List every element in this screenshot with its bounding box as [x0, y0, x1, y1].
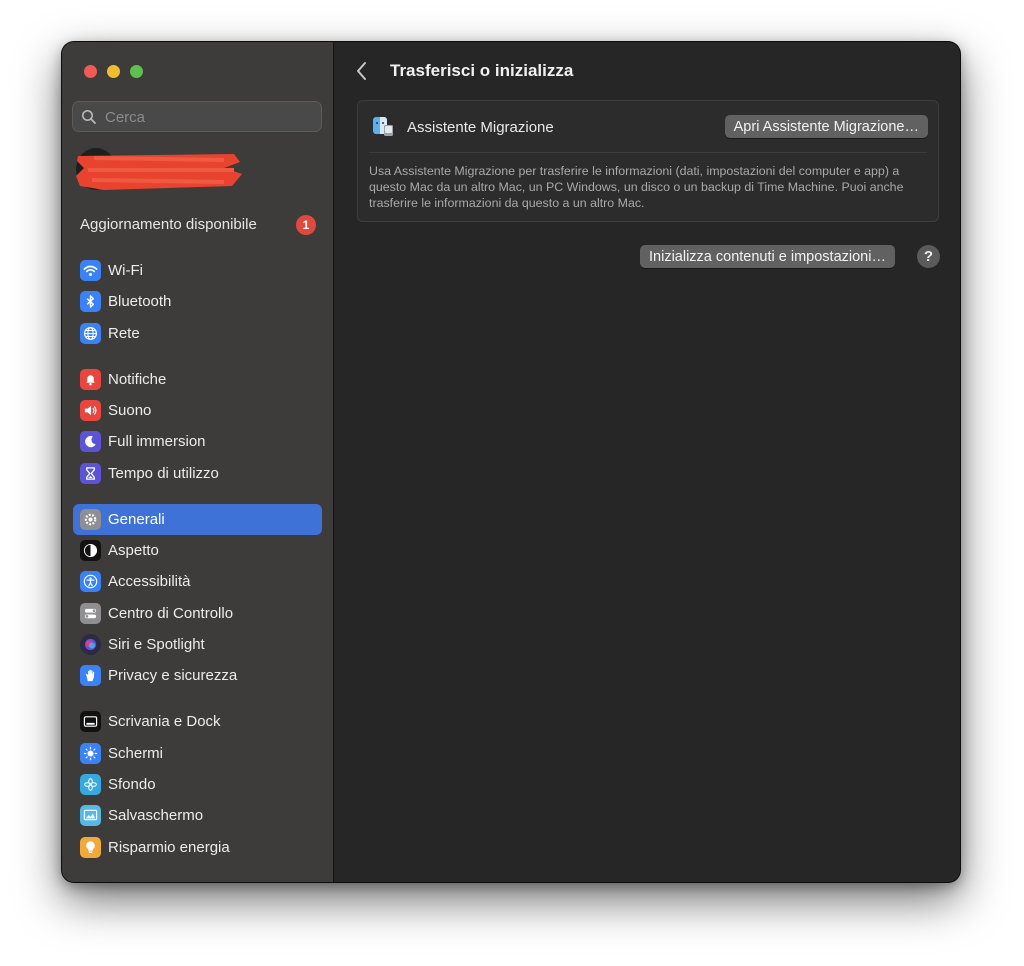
- accessibility-icon: [80, 571, 101, 592]
- wifi-icon: [80, 260, 101, 281]
- sidebar-item-centro-di-controllo[interactable]: Centro di Controllo: [73, 598, 322, 629]
- help-button[interactable]: ?: [917, 245, 940, 268]
- sidebar-item-label: Salvaschermo: [108, 807, 204, 824]
- screensaver-icon: [80, 805, 101, 826]
- sidebar-item-label: Bluetooth: [108, 293, 172, 310]
- sidebar-item-label: Sfondo: [108, 776, 156, 793]
- dock-icon: [80, 711, 101, 732]
- card-divider: [369, 152, 927, 153]
- sidebar-item-label: Generali: [108, 511, 165, 528]
- sidebar-item-rete[interactable]: Rete: [73, 318, 322, 349]
- sun-icon: [80, 743, 101, 764]
- sidebar-item-label: Suono: [108, 402, 152, 419]
- update-count-badge: 1: [296, 215, 316, 235]
- sidebar-item-privacy-e-sicurezza[interactable]: Privacy e sicurezza: [73, 660, 322, 691]
- search-field[interactable]: [72, 101, 322, 133]
- sidebar-item-accessibilita[interactable]: Accessibilità: [73, 566, 322, 597]
- sidebar-item-full-immersion[interactable]: Full immersion: [73, 426, 322, 457]
- sidebar-item-label: Wi-Fi: [108, 262, 143, 279]
- redacted-account-area[interactable]: [74, 146, 242, 192]
- sidebar-item-aspetto[interactable]: Aspetto: [73, 535, 322, 566]
- hand-icon: [80, 665, 101, 686]
- sidebar-item-label: Notifiche: [108, 371, 167, 388]
- gear-icon: [80, 509, 101, 530]
- sidebar-item-wifi[interactable]: Wi-Fi: [73, 255, 322, 286]
- page-title: Trasferisci o inizializza: [390, 61, 574, 80]
- migration-description: Usa Assistente Migrazione per trasferire…: [369, 164, 904, 210]
- sidebar-item-suono[interactable]: Suono: [73, 395, 322, 426]
- zoom-window-button[interactable]: [130, 65, 143, 78]
- open-migration-assistant-button[interactable]: Apri Assistente Migrazione…: [724, 115, 928, 138]
- sidebar-item-sfondo[interactable]: Sfondo: [73, 769, 322, 800]
- flower-icon: [80, 774, 101, 795]
- sidebar-item-tempo-di-utilizzo[interactable]: Tempo di utilizzo: [73, 458, 322, 489]
- hourglass-icon: [80, 463, 101, 484]
- sidebar-item-label: Risparmio energia: [108, 839, 230, 856]
- toggles-icon: [80, 603, 101, 624]
- migration-assistant-icon: [373, 117, 393, 136]
- search-input[interactable]: [103, 102, 307, 133]
- sidebar-item-siri-e-spotlight[interactable]: Siri e Spotlight: [73, 629, 322, 660]
- sidebar-item-label: Aspetto: [108, 542, 159, 559]
- erase-all-content-button[interactable]: Inizializza contenuti e impostazioni…: [640, 245, 895, 268]
- sidebar-item-label: Full immersion: [108, 433, 206, 450]
- software-update-label: Aggiornamento disponibile: [80, 216, 257, 233]
- sidebar-item-label: Accessibilità: [108, 573, 191, 590]
- sidebar-item-label: Tempo di utilizzo: [108, 465, 219, 482]
- sidebar-item-label: Privacy e sicurezza: [108, 667, 238, 684]
- content-pane: Trasferisci o inizializza Assistente Mig…: [334, 42, 960, 882]
- close-window-button[interactable]: [84, 65, 97, 78]
- moon-icon: [80, 431, 101, 452]
- sidebar-item-label: Centro di Controllo: [108, 605, 234, 622]
- migration-assistant-card: Assistente Migrazione Apri Assistente Mi…: [357, 100, 939, 222]
- appearance-icon: [80, 540, 101, 561]
- system-settings-window: Aggiornamento disponibile 1 Wi-Fi Blueto…: [62, 42, 960, 882]
- lightbulb-icon: [80, 837, 101, 858]
- sidebar-item-bluetooth[interactable]: Bluetooth: [73, 286, 322, 317]
- sidebar-item-label: Scrivania e Dock: [108, 713, 221, 730]
- globe-icon: [80, 323, 101, 344]
- bell-icon: [80, 369, 101, 390]
- sidebar-item-generali[interactable]: Generali: [73, 504, 322, 535]
- back-chevron-icon[interactable]: [354, 60, 370, 82]
- bluetooth-icon: [80, 291, 101, 312]
- sidebar-item-scrivania-e-dock[interactable]: Scrivania e Dock: [73, 706, 322, 737]
- software-update-row[interactable]: Aggiornamento disponibile 1: [80, 212, 316, 238]
- sidebar: Aggiornamento disponibile 1 Wi-Fi Blueto…: [62, 42, 334, 882]
- sidebar-item-salvaschermo[interactable]: Salvaschermo: [73, 800, 322, 831]
- sidebar-item-label: Siri e Spotlight: [108, 636, 205, 653]
- sidebar-item-notifiche[interactable]: Notifiche: [73, 364, 322, 395]
- sidebar-item-schermi[interactable]: Schermi: [73, 738, 322, 769]
- minimize-window-button[interactable]: [107, 65, 120, 78]
- speaker-icon: [80, 400, 101, 421]
- sidebar-item-label: Rete: [108, 325, 140, 342]
- siri-icon: [80, 634, 101, 655]
- sidebar-item-label: Schermi: [108, 745, 164, 762]
- migration-assistant-label: Assistente Migrazione: [407, 119, 554, 136]
- search-icon: [82, 110, 96, 124]
- sidebar-item-risparmio-energia[interactable]: Risparmio energia: [73, 832, 322, 863]
